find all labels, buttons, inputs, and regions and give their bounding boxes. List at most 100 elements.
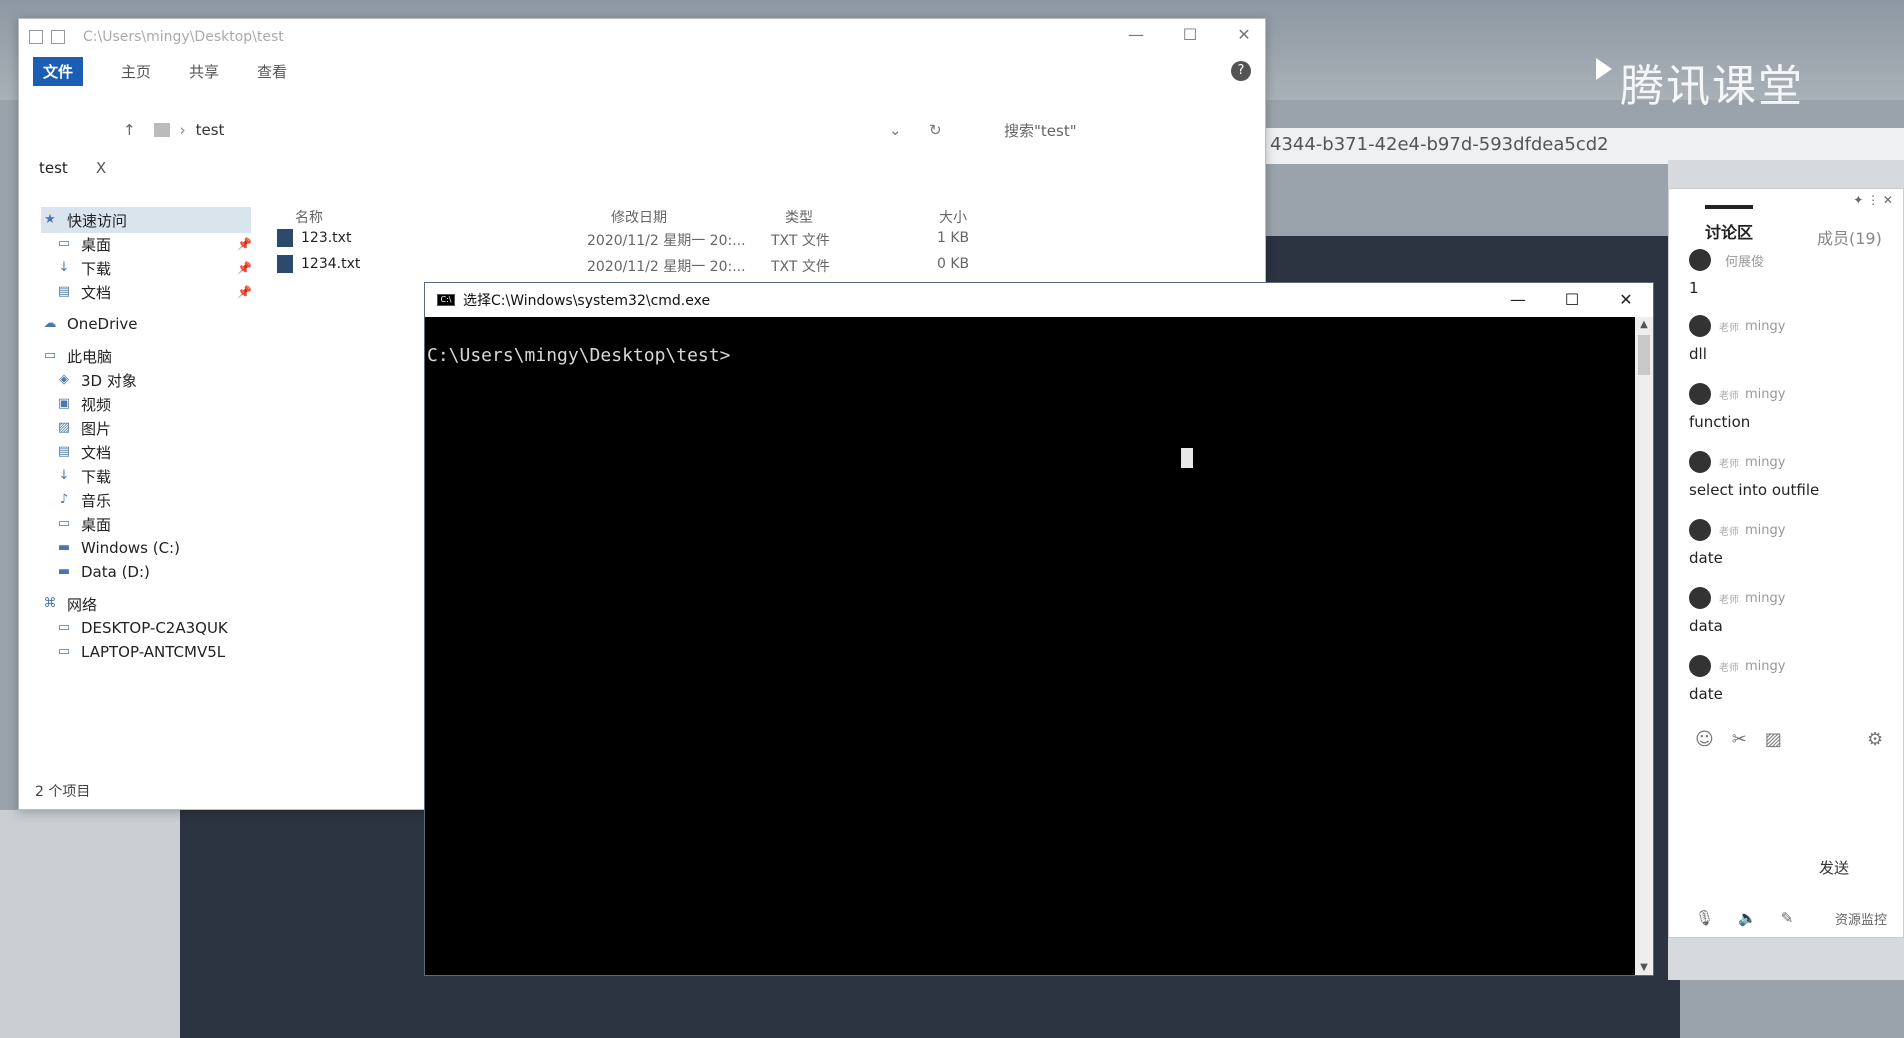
cloud-icon: ☁ <box>43 316 57 331</box>
nav-item-onedrive[interactable]: ☁ OneDrive <box>41 311 138 337</box>
navigation-pane: ★ 快速访问 ▭ 桌面 📌 ↓ 下载 📌 ▤ 文档 📌 ☁ OneDrive ▭ 此电脑 ◈… <box>19 207 259 797</box>
tab-close-icon[interactable]: X <box>96 159 106 177</box>
nav-label: 下载 <box>81 467 112 486</box>
nav-item-quick-access[interactable]: ★ 快速访问 <box>41 207 251 233</box>
address-location[interactable]: test <box>196 121 225 139</box>
nav-item-drive-c[interactable]: ▬ Windows (C:) <box>55 535 180 561</box>
tab-discussion[interactable]: 讨论区 <box>1705 205 1754 243</box>
ribbon-tab-home[interactable]: 主页 <box>121 61 151 82</box>
cmd-scrollbar[interactable]: ▲ ▼ <box>1635 317 1653 975</box>
user-name: mingy <box>1745 590 1786 606</box>
chat-message: 老师 mingy select into outfile <box>1689 451 1889 499</box>
chat-bottom-bar: 🎙 🔈 ✎ 资源监控 <box>1695 909 1904 928</box>
address-bar: ↑ › test ⌄ ↻ 搜索"test" <box>19 111 1265 149</box>
user-role: 老师 <box>1719 594 1739 606</box>
emoji-icon[interactable]: ☺ <box>1695 729 1714 750</box>
tab-members[interactable]: 成员(19) <box>1817 225 1882 249</box>
close-button[interactable]: ✕ <box>1217 25 1271 44</box>
scroll-thumb[interactable] <box>1638 335 1650 375</box>
refresh-icon[interactable]: ↻ <box>929 121 942 139</box>
panel-options-icon[interactable]: ✦ ⋮ ✕ <box>1853 193 1893 207</box>
microphone-icon[interactable]: 🎙 <box>1695 909 1714 927</box>
ribbon-tab-share[interactable]: 共享 <box>189 61 219 82</box>
chat-toolbar: ☺ ✂ ▨ ⚙ <box>1695 729 1895 750</box>
scroll-up-icon[interactable]: ▲ <box>1635 319 1653 330</box>
chat-message: 老师 mingy date <box>1689 519 1889 567</box>
help-icon[interactable]: ? <box>1231 61 1251 81</box>
nav-item-videos[interactable]: ▣ 视频 <box>55 391 111 417</box>
quick-access-toolbar-icon[interactable] <box>29 30 43 44</box>
column-name[interactable]: 名称 <box>295 207 323 227</box>
chevron-down-icon[interactable]: ⌄ <box>889 121 902 139</box>
minimize-button[interactable]: — <box>1491 283 1545 317</box>
ribbon-tab-view[interactable]: 查看 <box>257 61 287 82</box>
search-input[interactable]: 搜索"test" <box>1004 120 1077 141</box>
cmd-window[interactable]: C:\ 选择C:\Windows\system32\cmd.exe — ☐ ✕ … <box>424 282 1654 976</box>
nav-item-network-desktop[interactable]: ▭ DESKTOP-C2A3QUK <box>55 615 228 641</box>
nav-item-desktop[interactable]: ▭ 桌面 <box>55 511 111 537</box>
ribbon-tab-file[interactable]: 文件 <box>33 56 84 86</box>
explorer-window-controls: — ☐ ✕ <box>1109 25 1271 44</box>
file-row[interactable]: 1234.txt 2020/11/2 星期一 20:... TXT 文件 0 K… <box>277 253 1037 277</box>
explorer-tab[interactable]: test X <box>39 159 106 177</box>
user-role: 老师 <box>1719 662 1739 674</box>
settings-icon[interactable]: ⚙ <box>1867 729 1883 750</box>
user-role: 老师 <box>1719 390 1739 402</box>
pen-icon[interactable]: ✎ <box>1781 909 1794 927</box>
nav-item-pictures[interactable]: ▨ 图片 <box>55 415 111 441</box>
resource-monitor-link[interactable]: 资源监控 <box>1835 909 1887 928</box>
nav-item-network[interactable]: ⌘ 网络 <box>41 591 98 617</box>
nav-label: 视频 <box>81 395 112 414</box>
nav-item-documents-pinned[interactable]: ▤ 文档 <box>55 279 111 305</box>
chevron-right-icon: › <box>179 121 186 139</box>
close-button[interactable]: ✕ <box>1599 283 1653 317</box>
nav-item-network-laptop[interactable]: ▭ LAPTOP-ANTCMV5L <box>55 639 225 665</box>
maximize-button[interactable]: ☐ <box>1163 25 1217 44</box>
text-file-icon <box>277 229 293 247</box>
nav-item-drive-d[interactable]: ▬ Data (D:) <box>55 559 150 585</box>
nav-item-music[interactable]: ♪ 音乐 <box>55 487 111 513</box>
nav-item-desktop-pinned[interactable]: ▭ 桌面 <box>55 231 111 257</box>
nav-item-this-pc[interactable]: ▭ 此电脑 <box>41 343 112 369</box>
message-text: function <box>1689 413 1751 431</box>
avatar <box>1689 451 1711 473</box>
nav-item-downloads[interactable]: ↓ 下载 <box>55 463 111 489</box>
maximize-button[interactable]: ☐ <box>1545 283 1599 317</box>
up-arrow-icon[interactable]: ↑ <box>123 121 136 139</box>
chat-panel: ✦ ⋮ ✕ 讨论区 成员(19) 何展俊 1 老师 mingy dll 老师 min… <box>1668 188 1904 938</box>
cmd-titlebar[interactable]: C:\ 选择C:\Windows\system32\cmd.exe <box>425 283 1653 317</box>
explorer-ribbon: 文件 主页 共享 查看 <box>19 55 1265 87</box>
explorer-title-path: C:\Users\mingy\Desktop\test <box>83 29 284 45</box>
column-date[interactable]: 修改日期 <box>611 207 667 227</box>
chat-message: 老师 mingy function <box>1689 383 1889 431</box>
speaker-icon[interactable]: 🔈 <box>1738 909 1757 927</box>
cube-icon: ◈ <box>59 372 69 387</box>
nav-item-documents[interactable]: ▤ 文档 <box>55 439 111 465</box>
nav-label: 文档 <box>81 283 112 302</box>
properties-icon[interactable] <box>51 30 65 44</box>
scissors-icon[interactable]: ✂ <box>1732 729 1747 750</box>
nav-item-downloads-pinned[interactable]: ↓ 下载 <box>55 255 111 281</box>
cmd-console[interactable]: C:\Users\mingy\Desktop\test> <box>425 317 1635 975</box>
send-button[interactable]: 发送 <box>1819 857 1849 878</box>
download-icon: ↓ <box>58 260 70 275</box>
column-size[interactable]: 大小 <box>939 207 967 227</box>
avatar <box>1689 587 1711 609</box>
user-role: 老师 <box>1719 322 1739 334</box>
image-icon[interactable]: ▨ <box>1765 729 1782 750</box>
message-text: date <box>1689 549 1723 567</box>
document-icon: ▤ <box>57 444 71 459</box>
chat-message: 老师 mingy data <box>1689 587 1889 635</box>
column-type[interactable]: 类型 <box>785 207 813 227</box>
nav-item-3d-objects[interactable]: ◈ 3D 对象 <box>55 367 137 393</box>
computer-icon: ▭ <box>57 644 71 659</box>
pin-icon: 📌 <box>237 285 252 299</box>
avatar <box>1689 249 1711 271</box>
message-text: select into outfile <box>1689 481 1820 499</box>
minimize-button[interactable]: — <box>1109 25 1163 44</box>
scroll-down-icon[interactable]: ▼ <box>1635 962 1653 973</box>
user-name: mingy <box>1745 658 1786 674</box>
file-row[interactable]: 123.txt 2020/11/2 星期一 20:... TXT 文件 1 KB <box>277 227 1037 251</box>
cmd-icon: C:\ <box>437 294 455 306</box>
user-role: 老师 <box>1719 526 1739 538</box>
